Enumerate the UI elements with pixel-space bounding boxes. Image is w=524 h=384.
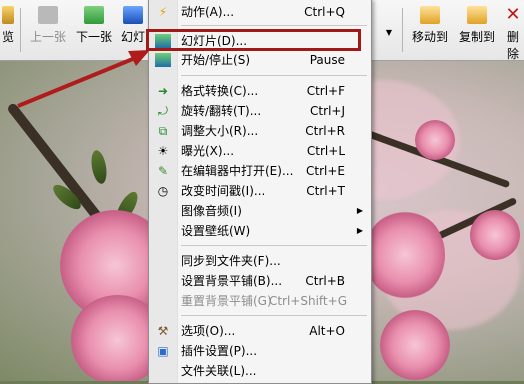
start-stop-icon [155,53,171,67]
menu-item-image-audio[interactable]: 图像音频(I) ▶ [149,201,371,221]
menu-item-sync-folder[interactable]: 同步到文件夹(F)... [149,251,371,271]
menu-item-set-wallpaper[interactable]: 设置壁纸(W) ▶ [149,221,371,241]
menu-item-open-in-editor[interactable]: ✎ 在编辑器中打开(E)... Ctrl+E [149,161,371,181]
context-menu: ⚡ 动作(A)... Ctrl+Q 幻灯片(D)... 开始/停止(S) Pau… [148,0,372,384]
menu-item-file-association[interactable]: 文件关联(L)... [149,361,371,381]
exposure-icon: ☀ [157,144,169,158]
highlight-box [146,29,361,51]
menu-separator [181,25,367,26]
menu-item-set-tile-bg[interactable]: 设置背景平铺(B)... Ctrl+B [149,271,371,291]
menu-item-convert[interactable]: ➜ 格式转换(C)... Ctrl+F [149,81,371,101]
menu-item-exposure[interactable]: ☀ 曝光(X)... Ctrl+L [149,141,371,161]
menu-separator [181,75,367,76]
submenu-arrow-icon: ▶ [356,206,363,215]
menu-separator [181,315,367,316]
rotate-icon: ⤾ [158,104,168,118]
menu-item-change-timestamp[interactable]: ◷ 改变时间戳(I)... Ctrl+T [149,181,371,201]
resize-icon: ⧉ [158,124,168,138]
menu-item-options[interactable]: ⚒ 选项(O)... Alt+O [149,321,371,341]
menu-item-rotate[interactable]: ⤾ 旋转/翻转(T)... Ctrl+J [149,101,371,121]
convert-icon: ➜ [157,84,169,98]
tools-icon: ⚒ [157,324,169,338]
menu-separator [181,245,367,246]
lightning-icon: ⚡ [158,5,168,19]
edit-icon: ✎ [157,164,169,178]
menu-item-reset-tile-bg: 重置背景平铺(G) Ctrl+Shift+G [181,294,347,308]
plugin-icon: ▣ [157,344,169,358]
clock-icon: ◷ [157,184,169,198]
menu-item-start-stop[interactable]: 开始/停止(S) Pause [149,50,371,70]
menu-item-plugin-settings[interactable]: ▣ 插件设置(P)... [149,341,371,361]
menu-item-action[interactable]: ⚡ 动作(A)... Ctrl+Q [149,2,371,22]
submenu-arrow-icon: ▶ [356,226,363,235]
menu-item-resize[interactable]: ⧉ 调整大小(R)... Ctrl+R [149,121,371,141]
